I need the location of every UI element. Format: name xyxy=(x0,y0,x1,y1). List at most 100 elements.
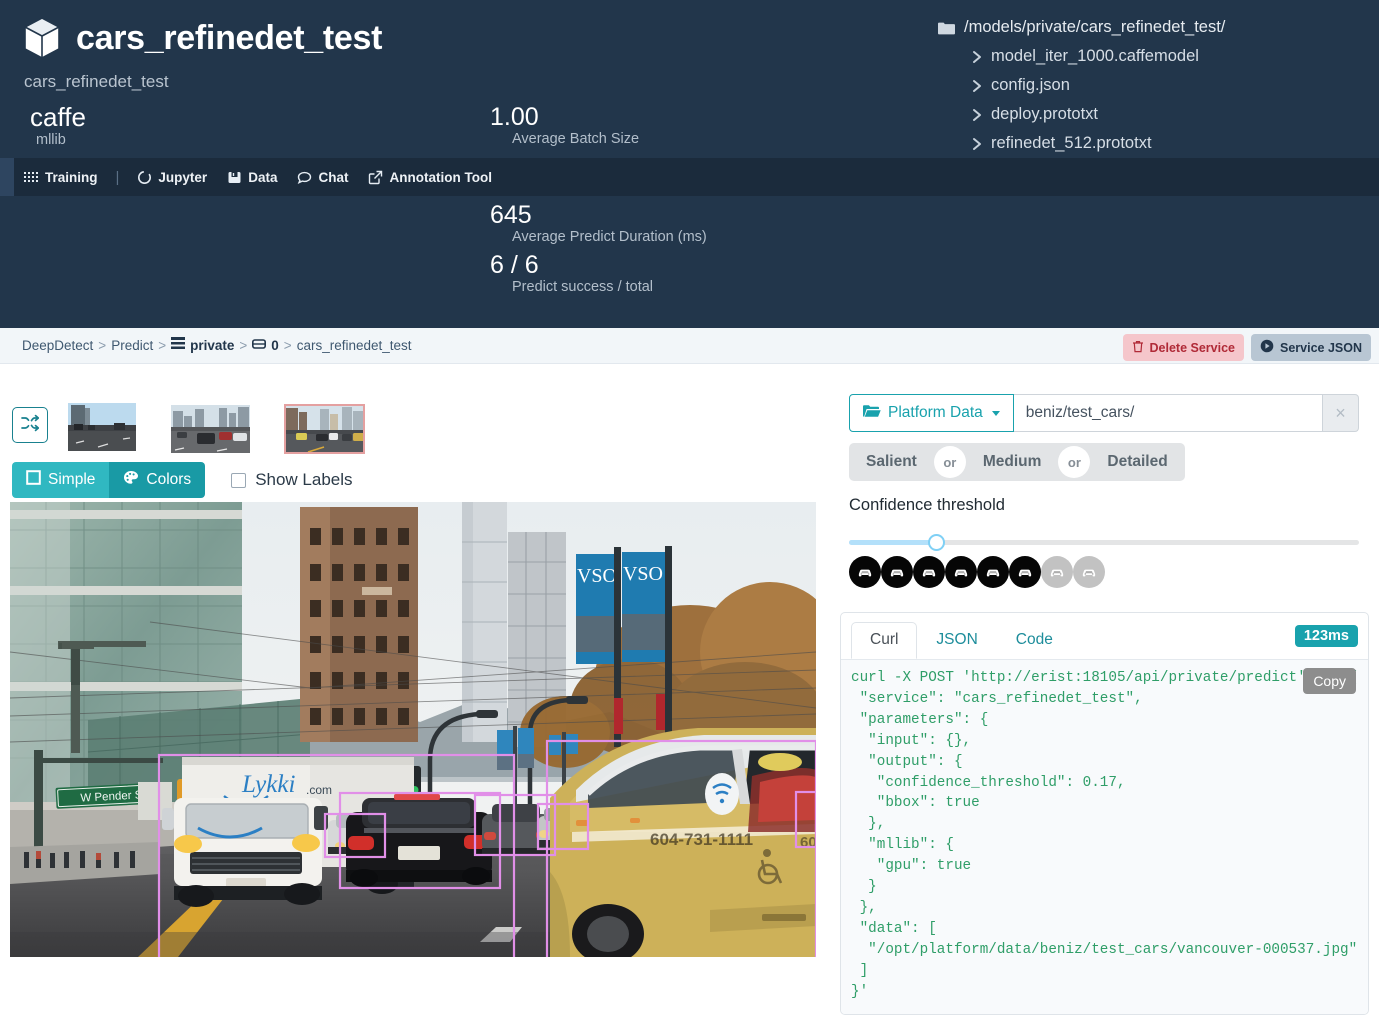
confidence-car-indicators xyxy=(849,556,1105,588)
svg-text:Lykki: Lykki xyxy=(241,771,295,798)
curl-command-text: curl -X POST 'http://erist:18105/api/pri… xyxy=(851,670,1358,1000)
model-file-name: model_iter_1000.caffemodel xyxy=(991,47,1199,65)
page-title: cars_refinedet_test xyxy=(76,19,383,57)
model-files-list: /models/private/cars_refinedet_test/ mod… xyxy=(938,18,1378,153)
breadcrumb-item-gpu[interactable]: 0 xyxy=(252,338,279,353)
service-json-label: Service JSON xyxy=(1280,340,1362,355)
car-confidence-icon xyxy=(881,556,913,588)
show-labels-checkbox[interactable]: Show Labels xyxy=(231,470,353,490)
breadcrumb-item-deepdetect[interactable]: DeepDetect xyxy=(22,338,93,353)
shuffle-icon xyxy=(21,414,40,437)
colors-toggle-button[interactable]: Colors xyxy=(109,462,206,498)
stat-success-label: Predict success / total xyxy=(512,279,654,296)
model-file-row[interactable]: config.json xyxy=(972,76,1378,95)
car-confidence-icon xyxy=(945,556,977,588)
stat-framework-label: mllib xyxy=(36,132,66,149)
list-item[interactable] xyxy=(67,402,137,452)
stat-duration-label: Average Predict Duration (ms) xyxy=(512,229,707,246)
breadcrumb-item-service[interactable]: cars_refinedet_test xyxy=(297,338,412,353)
breadcrumb-separator: > xyxy=(158,337,167,353)
stat-duration-value: 645 xyxy=(490,201,532,229)
prediction-viewer-panel: Simple Colors Show Labels W Pender St VS… xyxy=(0,364,830,1033)
stat-framework-value: caffe xyxy=(30,102,86,132)
model-file-row[interactable]: deploy.prototxt xyxy=(972,105,1378,124)
request-code-card: Curl JSON Code 123ms curl -X POST 'http:… xyxy=(840,612,1369,1015)
nav-item-annotation-tool[interactable]: Annotation Tool xyxy=(358,158,501,196)
nav-item-label: Chat xyxy=(318,169,349,185)
copy-button[interactable]: Copy xyxy=(1303,668,1356,694)
request-panel: Platform Data × Salient or Medium or Det… xyxy=(830,364,1379,1033)
chat-icon xyxy=(297,170,312,185)
breadcrumb: DeepDetect > Predict > private > 0 > car… xyxy=(22,337,412,353)
stat-batch-value: 1.00 xyxy=(490,103,539,131)
nav-item-data[interactable]: Data xyxy=(217,158,287,196)
model-files-root-row: /models/private/cars_refinedet_test/ xyxy=(938,18,1378,37)
segment-or-2: or xyxy=(1058,446,1091,478)
square-icon xyxy=(26,470,41,490)
list-item[interactable] xyxy=(170,404,251,454)
slider-thumb[interactable] xyxy=(927,534,945,551)
confidence-threshold-slider[interactable] xyxy=(849,533,1359,553)
code-tabs: Curl JSON Code 123ms xyxy=(841,613,1368,659)
nav-item-jupyter[interactable]: Jupyter xyxy=(127,158,217,196)
breadcrumb-bar: DeepDetect > Predict > private > 0 > car… xyxy=(0,328,1379,364)
nav-item-chat[interactable]: Chat xyxy=(287,158,358,196)
tab-code[interactable]: Code xyxy=(997,622,1072,659)
thumbnail-strip xyxy=(12,396,398,454)
clear-path-button[interactable]: × xyxy=(1323,394,1359,432)
folder-icon xyxy=(938,21,955,35)
delete-service-label: Delete Service xyxy=(1149,340,1235,355)
model-file-row[interactable]: model_iter_1000.caffemodel xyxy=(972,47,1378,66)
stat-batch-size: 1.00 Average Batch Size xyxy=(490,103,640,148)
svg-text:VSO: VSO xyxy=(577,565,617,587)
delete-service-button[interactable]: Delete Service xyxy=(1122,334,1244,361)
trash-icon xyxy=(1132,340,1144,356)
prediction-image[interactable]: W Pender St VSO VSO Lykki .com 604-731-1… xyxy=(10,502,816,957)
model-files-root-path: /models/private/cars_refinedet_test/ xyxy=(964,18,1226,36)
nav-item-training[interactable]: Training xyxy=(14,158,108,196)
segment-medium[interactable]: Medium xyxy=(966,443,1059,481)
nav-edge-stub[interactable] xyxy=(0,158,14,196)
service-json-button[interactable]: Service JSON xyxy=(1251,334,1371,361)
nav-item-label: Annotation Tool xyxy=(389,169,492,185)
grid-icon xyxy=(24,170,39,185)
checkbox-icon xyxy=(231,472,247,488)
simple-toggle-button[interactable]: Simple xyxy=(12,462,110,498)
cube-icon xyxy=(22,16,62,60)
chevron-down-icon xyxy=(991,410,1000,416)
database-icon xyxy=(227,170,242,185)
car-confidence-icon xyxy=(849,556,881,588)
chevron-right-icon xyxy=(972,79,982,93)
breadcrumb-item-private[interactable]: private xyxy=(171,337,234,353)
colors-toggle-label: Colors xyxy=(146,471,192,488)
tab-curl[interactable]: Curl xyxy=(851,622,918,659)
service-subtitle: cars_refinedet_test xyxy=(24,72,169,91)
chevron-right-icon xyxy=(972,108,982,122)
platform-data-dropdown[interactable]: Platform Data xyxy=(849,394,1014,432)
car-confidence-icon xyxy=(1009,556,1041,588)
data-path-input[interactable] xyxy=(1013,394,1323,432)
data-source-row: Platform Data × xyxy=(849,394,1359,432)
model-file-name: deploy.prototxt xyxy=(991,105,1099,123)
main-navbar: Training | Jupyter Data Chat Annotation … xyxy=(0,158,1379,196)
breadcrumb-separator: > xyxy=(98,337,107,353)
stat-batch-label: Average Batch Size xyxy=(512,131,640,148)
list-item-selected[interactable] xyxy=(284,404,365,454)
segment-detailed[interactable]: Detailed xyxy=(1090,443,1184,481)
breadcrumb-actions: Delete Service Service JSON xyxy=(1122,334,1371,361)
code-body: curl -X POST 'http://erist:18105/api/pri… xyxy=(841,659,1368,1014)
chip-icon xyxy=(252,338,267,353)
play-circle-icon xyxy=(1260,339,1274,356)
platform-data-label: Platform Data xyxy=(888,404,983,421)
circle-icon xyxy=(137,170,152,185)
model-file-row[interactable]: refinedet_512.prototxt xyxy=(972,134,1378,153)
stat-predict-duration: 645 Average Predict Duration (ms) xyxy=(490,201,707,246)
tab-json[interactable]: JSON xyxy=(917,622,996,659)
slider-fill xyxy=(849,540,936,545)
breadcrumb-private-label: private xyxy=(190,337,235,353)
segment-salient[interactable]: Salient xyxy=(849,443,934,481)
close-icon: × xyxy=(1335,402,1346,423)
breadcrumb-item-predict[interactable]: Predict xyxy=(111,338,153,353)
open-folder-icon xyxy=(863,404,881,423)
shuffle-button[interactable] xyxy=(12,407,48,443)
